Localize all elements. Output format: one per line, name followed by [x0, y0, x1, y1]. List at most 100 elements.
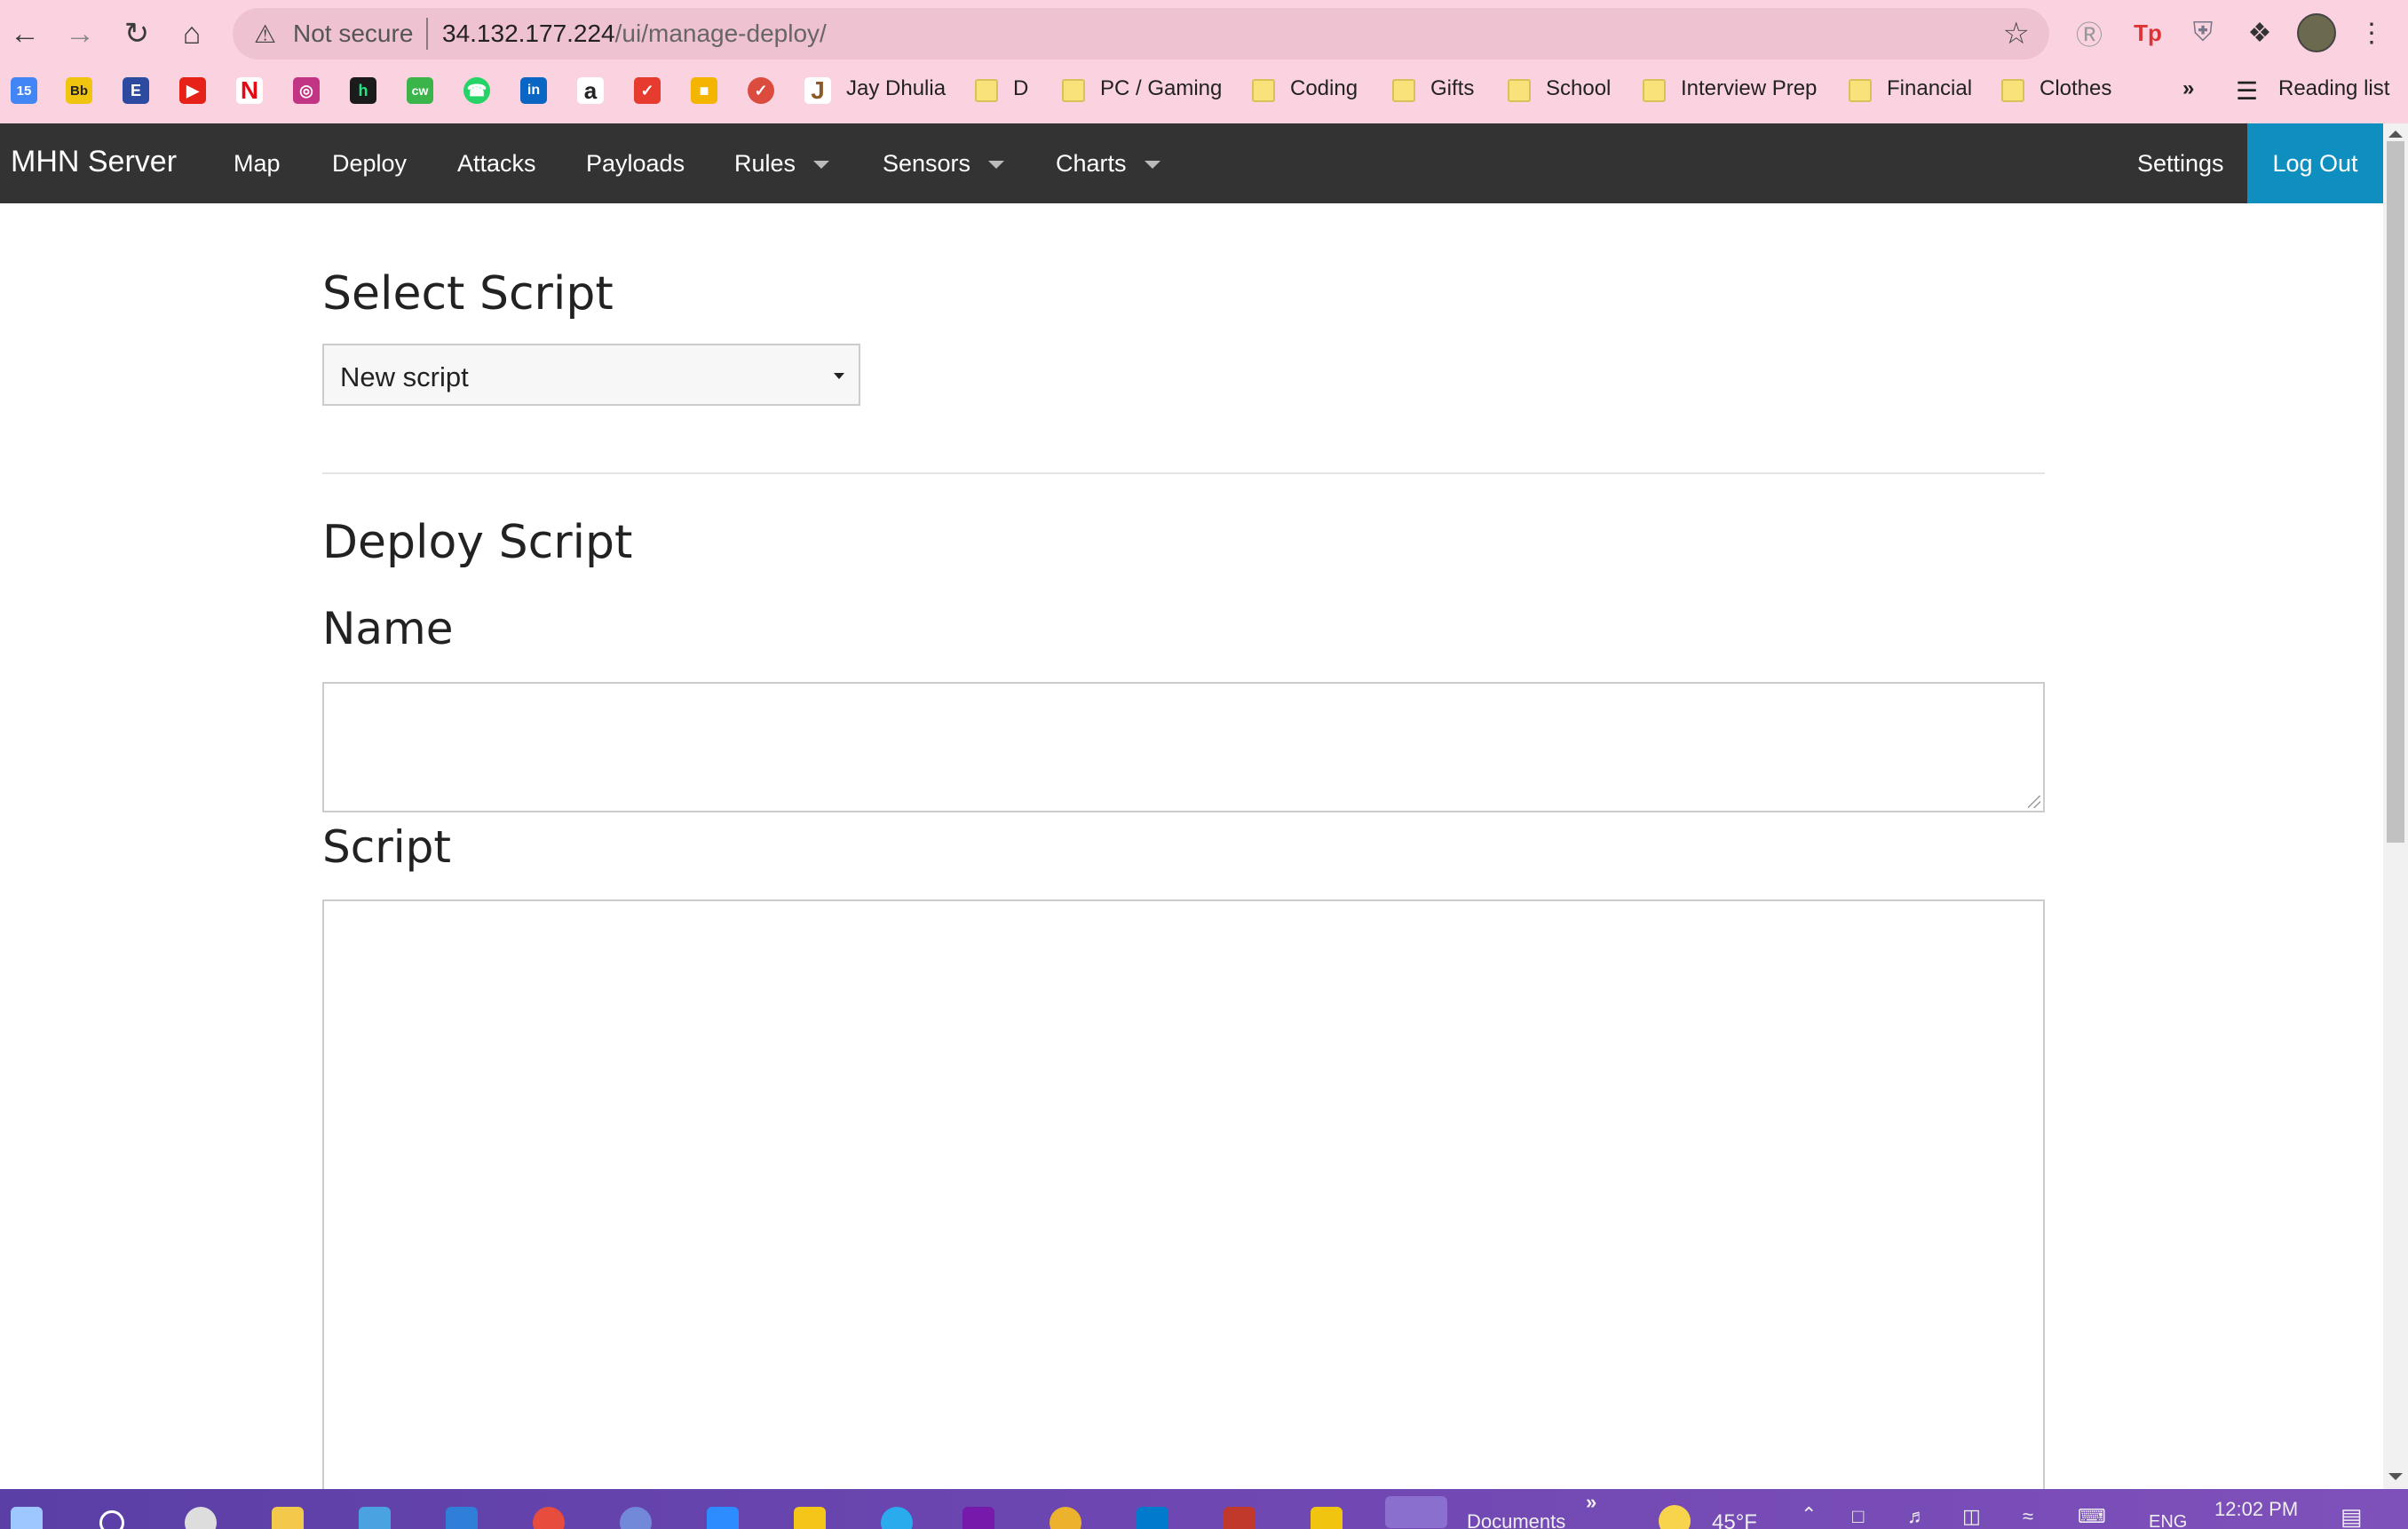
shopping-bag-icon[interactable]: ■	[691, 77, 717, 104]
discord-icon[interactable]	[620, 1507, 652, 1529]
todoist-icon[interactable]: ✓	[748, 77, 774, 104]
netflix-icon[interactable]: N	[236, 76, 263, 104]
bookmark-school[interactable]: School	[1546, 76, 1611, 101]
keyboard-icon[interactable]: ⌨	[2078, 1505, 2106, 1528]
bookmark-pc-gaming[interactable]: PC / Gaming	[1100, 76, 1222, 101]
folder-icon	[1062, 79, 1085, 102]
nav-sensors-dropdown[interactable]: Sensors	[883, 150, 1005, 178]
app-icon[interactable]	[359, 1507, 391, 1529]
nav-settings[interactable]: Settings	[2137, 150, 2224, 178]
onenote-icon[interactable]	[962, 1507, 994, 1529]
amazon-icon[interactable]: a	[577, 77, 604, 104]
sticky-notes-icon[interactable]	[794, 1507, 826, 1529]
settings-gear-icon[interactable]	[185, 1507, 217, 1529]
home-icon[interactable]: ⌂	[170, 12, 213, 55]
calendar-icon[interactable]: 15	[11, 77, 37, 104]
tray-device-icon[interactable]: □	[1852, 1505, 1864, 1528]
language-indicator[interactable]: ENG	[2149, 1512, 2187, 1529]
nav-deploy[interactable]: Deploy	[332, 150, 407, 178]
blackboard-icon[interactable]: Bb	[66, 77, 92, 104]
caret-down-icon	[988, 161, 1005, 170]
recorder-icon[interactable]	[1224, 1507, 1255, 1529]
linkedin-icon[interactable]: in	[520, 77, 547, 104]
scroll-up-arrow-icon[interactable]	[2388, 131, 2403, 138]
url-host: 34.132.177.224	[442, 20, 615, 47]
wifi-icon[interactable]: ≈	[2023, 1505, 2033, 1528]
brand-title[interactable]: MHN Server	[11, 145, 177, 179]
bookmark-jay-dhulia[interactable]: Jay Dhulia	[846, 76, 946, 101]
logout-button[interactable]: Log Out	[2247, 123, 2383, 203]
script-select[interactable]: New script	[322, 344, 860, 406]
bookmark-interview-prep[interactable]: Interview Prep	[1681, 76, 1817, 101]
nav-charts: Charts	[1056, 150, 1127, 177]
scroll-thumb[interactable]	[2387, 141, 2404, 843]
instagram-icon[interactable]: ◎	[293, 77, 320, 104]
search-icon[interactable]	[99, 1510, 124, 1529]
resize-handle-icon[interactable]	[2028, 796, 2040, 808]
bookmark-star-icon[interactable]: ☆	[2003, 16, 2030, 51]
bookmark-financial[interactable]: Financial	[1887, 76, 1972, 101]
tray-chevron-icon[interactable]: ⌃	[1801, 1503, 1817, 1526]
folder-icon	[1849, 79, 1872, 102]
back-arrow-icon[interactable]: ←	[4, 12, 46, 55]
reload-icon[interactable]: ↻	[115, 12, 158, 55]
ssh-terminal-icon[interactable]	[1385, 1496, 1447, 1528]
cw-icon[interactable]: cw	[407, 77, 433, 104]
folder-icon	[1392, 79, 1415, 102]
taskbar-overflow[interactable]: »	[1586, 1491, 1596, 1514]
browser-menu-icon[interactable]: ⋮	[2351, 12, 2392, 53]
extensions-puzzle-icon[interactable]: ❖	[2239, 12, 2280, 53]
script-textarea[interactable]	[322, 899, 2045, 1521]
address-bar[interactable]: ⚠ Not secure 34.132.177.224/ui/manage-de…	[233, 8, 2049, 59]
bookmarks-overflow-button[interactable]: »	[2182, 76, 2194, 101]
clock-time[interactable]: 12:02 PM	[2214, 1498, 2298, 1521]
scroll-down-arrow-icon[interactable]	[2388, 1473, 2403, 1480]
name-textarea[interactable]	[322, 682, 2045, 812]
bookmark-gifts[interactable]: Gifts	[1430, 76, 1474, 101]
bookmark-coding[interactable]: Coding	[1290, 76, 1358, 101]
taskbar-documents[interactable]: Documents	[1467, 1510, 1565, 1529]
chrome-icon[interactable]	[533, 1507, 565, 1529]
calendar-day: 15	[16, 83, 32, 99]
page-scrollbar[interactable]	[2383, 123, 2408, 1489]
nav-rules-dropdown[interactable]: Rules	[734, 150, 830, 178]
youtube-icon[interactable]: ▶	[179, 77, 206, 104]
url-text: 34.132.177.224/ui/manage-deploy/	[442, 20, 827, 48]
extension-shield-icon[interactable]: ⛨	[2182, 12, 2223, 53]
weather-temperature[interactable]: 45°F	[1712, 1510, 1757, 1529]
nav-charts-dropdown[interactable]: Charts	[1056, 150, 1160, 178]
whatsapp-icon[interactable]: ☎	[463, 77, 490, 104]
nav-payloads[interactable]: Payloads	[586, 150, 685, 178]
file-explorer-icon[interactable]	[272, 1507, 304, 1529]
nav-attacks[interactable]: Attacks	[457, 150, 536, 178]
nav-map[interactable]: Map	[234, 150, 281, 178]
forward-arrow-icon[interactable]: →	[59, 12, 101, 55]
profile-avatar[interactable]	[2296, 12, 2337, 53]
blackboard-label: Bb	[70, 83, 88, 99]
pocket-icon[interactable]: ✓	[634, 77, 661, 104]
security-label: Not secure	[293, 20, 414, 47]
notifications-icon[interactable]: ▤	[2341, 1503, 2363, 1529]
bookmark-d[interactable]: D	[1013, 76, 1028, 101]
telegram-icon[interactable]	[881, 1507, 913, 1529]
folder-icon	[975, 79, 998, 102]
dropdown-arrow-icon	[834, 373, 844, 379]
extension-tp-icon[interactable]: Tp	[2127, 12, 2168, 53]
network-tool-icon[interactable]	[1311, 1507, 1343, 1529]
hulu-icon[interactable]: h	[350, 77, 376, 104]
reading-list-button[interactable]: Reading list	[2278, 76, 2389, 101]
volume-icon[interactable]: ♬	[1907, 1505, 1927, 1528]
battery-icon[interactable]: ◫	[1962, 1505, 1981, 1528]
vscode-icon[interactable]	[1137, 1507, 1168, 1529]
caret-down-icon	[1144, 161, 1160, 170]
zoom-icon[interactable]	[707, 1507, 739, 1529]
section-divider	[322, 472, 2045, 474]
slack-icon[interactable]	[1050, 1507, 1081, 1529]
extension-r-icon[interactable]: Ⓡ	[2069, 12, 2110, 53]
reading-list-icon: ☰	[2236, 77, 2259, 105]
news-icon[interactable]: E	[123, 77, 149, 104]
bookmark-clothes[interactable]: Clothes	[2040, 76, 2111, 101]
windows-start-icon[interactable]	[11, 1507, 43, 1529]
mail-icon[interactable]	[446, 1507, 478, 1529]
j-icon[interactable]: J	[804, 76, 831, 104]
